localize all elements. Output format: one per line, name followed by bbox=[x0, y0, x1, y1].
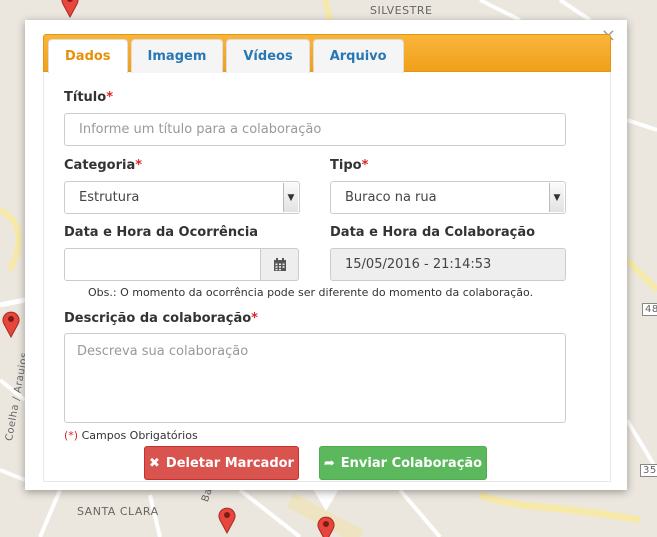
required-fields-note: (*) Campos Obrigatórios bbox=[64, 429, 198, 442]
map-label-santa-clara: SANTA CLARA bbox=[77, 505, 159, 518]
required-marker: * bbox=[135, 158, 143, 173]
title-input[interactable]: Informe um título para a colaboração bbox=[64, 113, 566, 146]
road-shield-482: 482 bbox=[642, 303, 657, 316]
delete-marker-label: Deletar Marcador bbox=[165, 455, 294, 471]
occurrence-note: Obs.: O momento da ocorrência pode ser d… bbox=[88, 286, 534, 299]
send-collaboration-label: Enviar Colaboração bbox=[340, 455, 483, 471]
description-textarea[interactable]: Descreva sua colaboração bbox=[64, 333, 566, 423]
type-select-value: Buraco na rua bbox=[345, 190, 437, 205]
popup-pointer bbox=[313, 489, 339, 511]
collaboration-popup: × Dados Imagem Vídeos Arquivo Título* In… bbox=[25, 20, 627, 490]
collaboration-form: Título* Informe um título para a colabor… bbox=[43, 72, 611, 482]
calendar-icon bbox=[273, 257, 286, 271]
category-select-value: Estrutura bbox=[79, 190, 140, 205]
calendar-icon[interactable] bbox=[260, 248, 299, 281]
close-icon: ✖ bbox=[149, 455, 160, 471]
chevron-down-icon: ▼ bbox=[549, 183, 564, 212]
category-select[interactable]: Estrutura ▼ bbox=[64, 181, 300, 214]
title-label: Título* bbox=[64, 90, 113, 105]
occurrence-date-input[interactable] bbox=[64, 248, 261, 281]
tab-imagem[interactable]: Imagem bbox=[130, 39, 224, 73]
delete-marker-button[interactable]: ✖ Deletar Marcador bbox=[144, 446, 299, 480]
category-label: Categoria* bbox=[64, 158, 143, 173]
type-label: Tipo* bbox=[330, 158, 369, 173]
map-marker-pin-icon[interactable] bbox=[60, 0, 80, 18]
send-collaboration-button[interactable]: ➦ Enviar Colaboração bbox=[319, 446, 487, 480]
collaboration-date-field: 15/05/2016 - 21:14:53 bbox=[330, 248, 566, 281]
type-select[interactable]: Buraco na rua ▼ bbox=[330, 181, 566, 214]
required-marker: * bbox=[251, 311, 258, 326]
collaboration-date-label: Data e Hora da Colaboração bbox=[330, 225, 536, 240]
required-marker: * bbox=[106, 90, 113, 105]
map-marker-pin-icon[interactable] bbox=[217, 506, 237, 534]
road-shield-356: 356 bbox=[640, 464, 657, 477]
required-marker: * bbox=[361, 158, 369, 173]
tab-videos[interactable]: Vídeos bbox=[226, 39, 310, 73]
map-marker-pin-icon[interactable] bbox=[1, 310, 21, 338]
description-label: Descrição da colaboração* bbox=[64, 311, 258, 326]
map-label-silvestre: SILVESTRE bbox=[370, 4, 433, 17]
tab-arquivo[interactable]: Arquivo bbox=[312, 39, 404, 73]
map-marker-pin-icon[interactable] bbox=[316, 515, 336, 537]
tab-bar: Dados Imagem Vídeos Arquivo bbox=[43, 34, 611, 73]
share-arrow-icon: ➦ bbox=[323, 455, 335, 471]
chevron-down-icon: ▼ bbox=[283, 183, 298, 212]
occurrence-date-label: Data e Hora da Ocorrência bbox=[64, 225, 259, 240]
tab-dados[interactable]: Dados bbox=[48, 39, 128, 73]
